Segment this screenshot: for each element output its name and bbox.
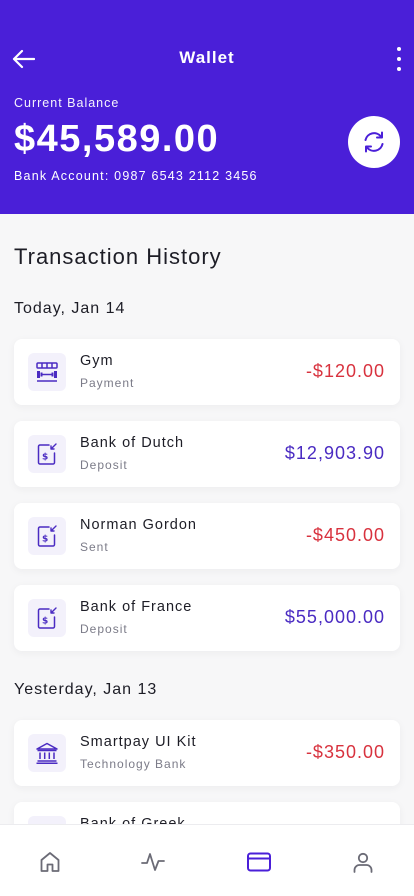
bank-icon (36, 742, 58, 765)
home-icon (40, 852, 60, 872)
transaction-amount: $12,903.90 (284, 443, 385, 463)
deposit-icon: $ (37, 525, 57, 547)
balance-amount: $45,589.00 (14, 118, 220, 160)
transaction-item[interactable]: Smartpay UI Kit Technology Bank -$350.00 (14, 720, 400, 786)
bottom-navigation (0, 824, 414, 896)
nav-profile[interactable] (348, 847, 378, 877)
gym-icon (36, 362, 58, 382)
section-date-yesterday: Yesterday, Jan 13 (14, 681, 158, 698)
more-dot (397, 67, 401, 71)
transaction-type: Deposit (80, 622, 128, 636)
more-dot (397, 57, 401, 61)
profile-icon (353, 852, 373, 873)
page-title: Wallet (179, 48, 235, 67)
activity-icon (141, 853, 165, 871)
transaction-type: Payment (80, 376, 135, 390)
svg-text:$: $ (42, 535, 48, 545)
gym-icon-box (28, 353, 66, 391)
transaction-type: Sent (80, 540, 109, 554)
section-date-today: Today, Jan 14 (14, 300, 126, 317)
transaction-item[interactable]: Gym Payment -$120.00 (14, 339, 400, 405)
bank-icon-box (28, 734, 66, 772)
transaction-name: Gym (80, 353, 114, 369)
deposit-icon: $ (37, 607, 57, 629)
deposit-icon-box: $ (28, 517, 66, 555)
bank-account-number: Bank Account: 0987 6543 2112 3456 (14, 169, 258, 183)
deposit-icon-box: $ (28, 599, 66, 637)
transaction-type: Technology Bank (80, 757, 187, 771)
transaction-item[interactable]: $ Bank of Dutch Deposit $12,903.90 (14, 421, 400, 487)
svg-text:$: $ (42, 453, 48, 463)
transaction-name: Bank of Dutch (80, 435, 185, 451)
nav-activity[interactable] (138, 847, 168, 877)
transaction-amount: -$120.00 (305, 361, 385, 381)
wallet-header: Wallet Current Balance $45,589.00 Bank A… (0, 0, 414, 214)
nav-wallet[interactable] (244, 847, 274, 877)
transaction-amount: $55,000.00 (284, 607, 385, 627)
wallet-card-icon (247, 852, 271, 872)
transaction-name: Smartpay UI Kit (80, 734, 197, 750)
transaction-history-title: Transaction History (14, 244, 222, 269)
refresh-icon (364, 131, 384, 153)
transaction-type: Deposit (80, 458, 128, 472)
nav-home[interactable] (35, 847, 65, 877)
transaction-name: Bank of France (80, 599, 193, 615)
transaction-amount: -$450.00 (305, 525, 385, 545)
more-options-button[interactable] (392, 44, 406, 74)
deposit-icon-box: $ (28, 435, 66, 473)
deposit-icon: $ (37, 443, 57, 465)
transaction-amount: -$350.00 (305, 742, 385, 762)
refresh-button[interactable] (348, 116, 400, 168)
transaction-item[interactable]: $ Norman Gordon Sent -$450.00 (14, 503, 400, 569)
transaction-name: Norman Gordon (80, 517, 197, 533)
more-vertical-icon (397, 47, 401, 51)
svg-text:$: $ (42, 617, 48, 627)
balance-label: Current Balance (14, 96, 120, 110)
transaction-item[interactable]: $ Bank of France Deposit $55,000.00 (14, 585, 400, 651)
